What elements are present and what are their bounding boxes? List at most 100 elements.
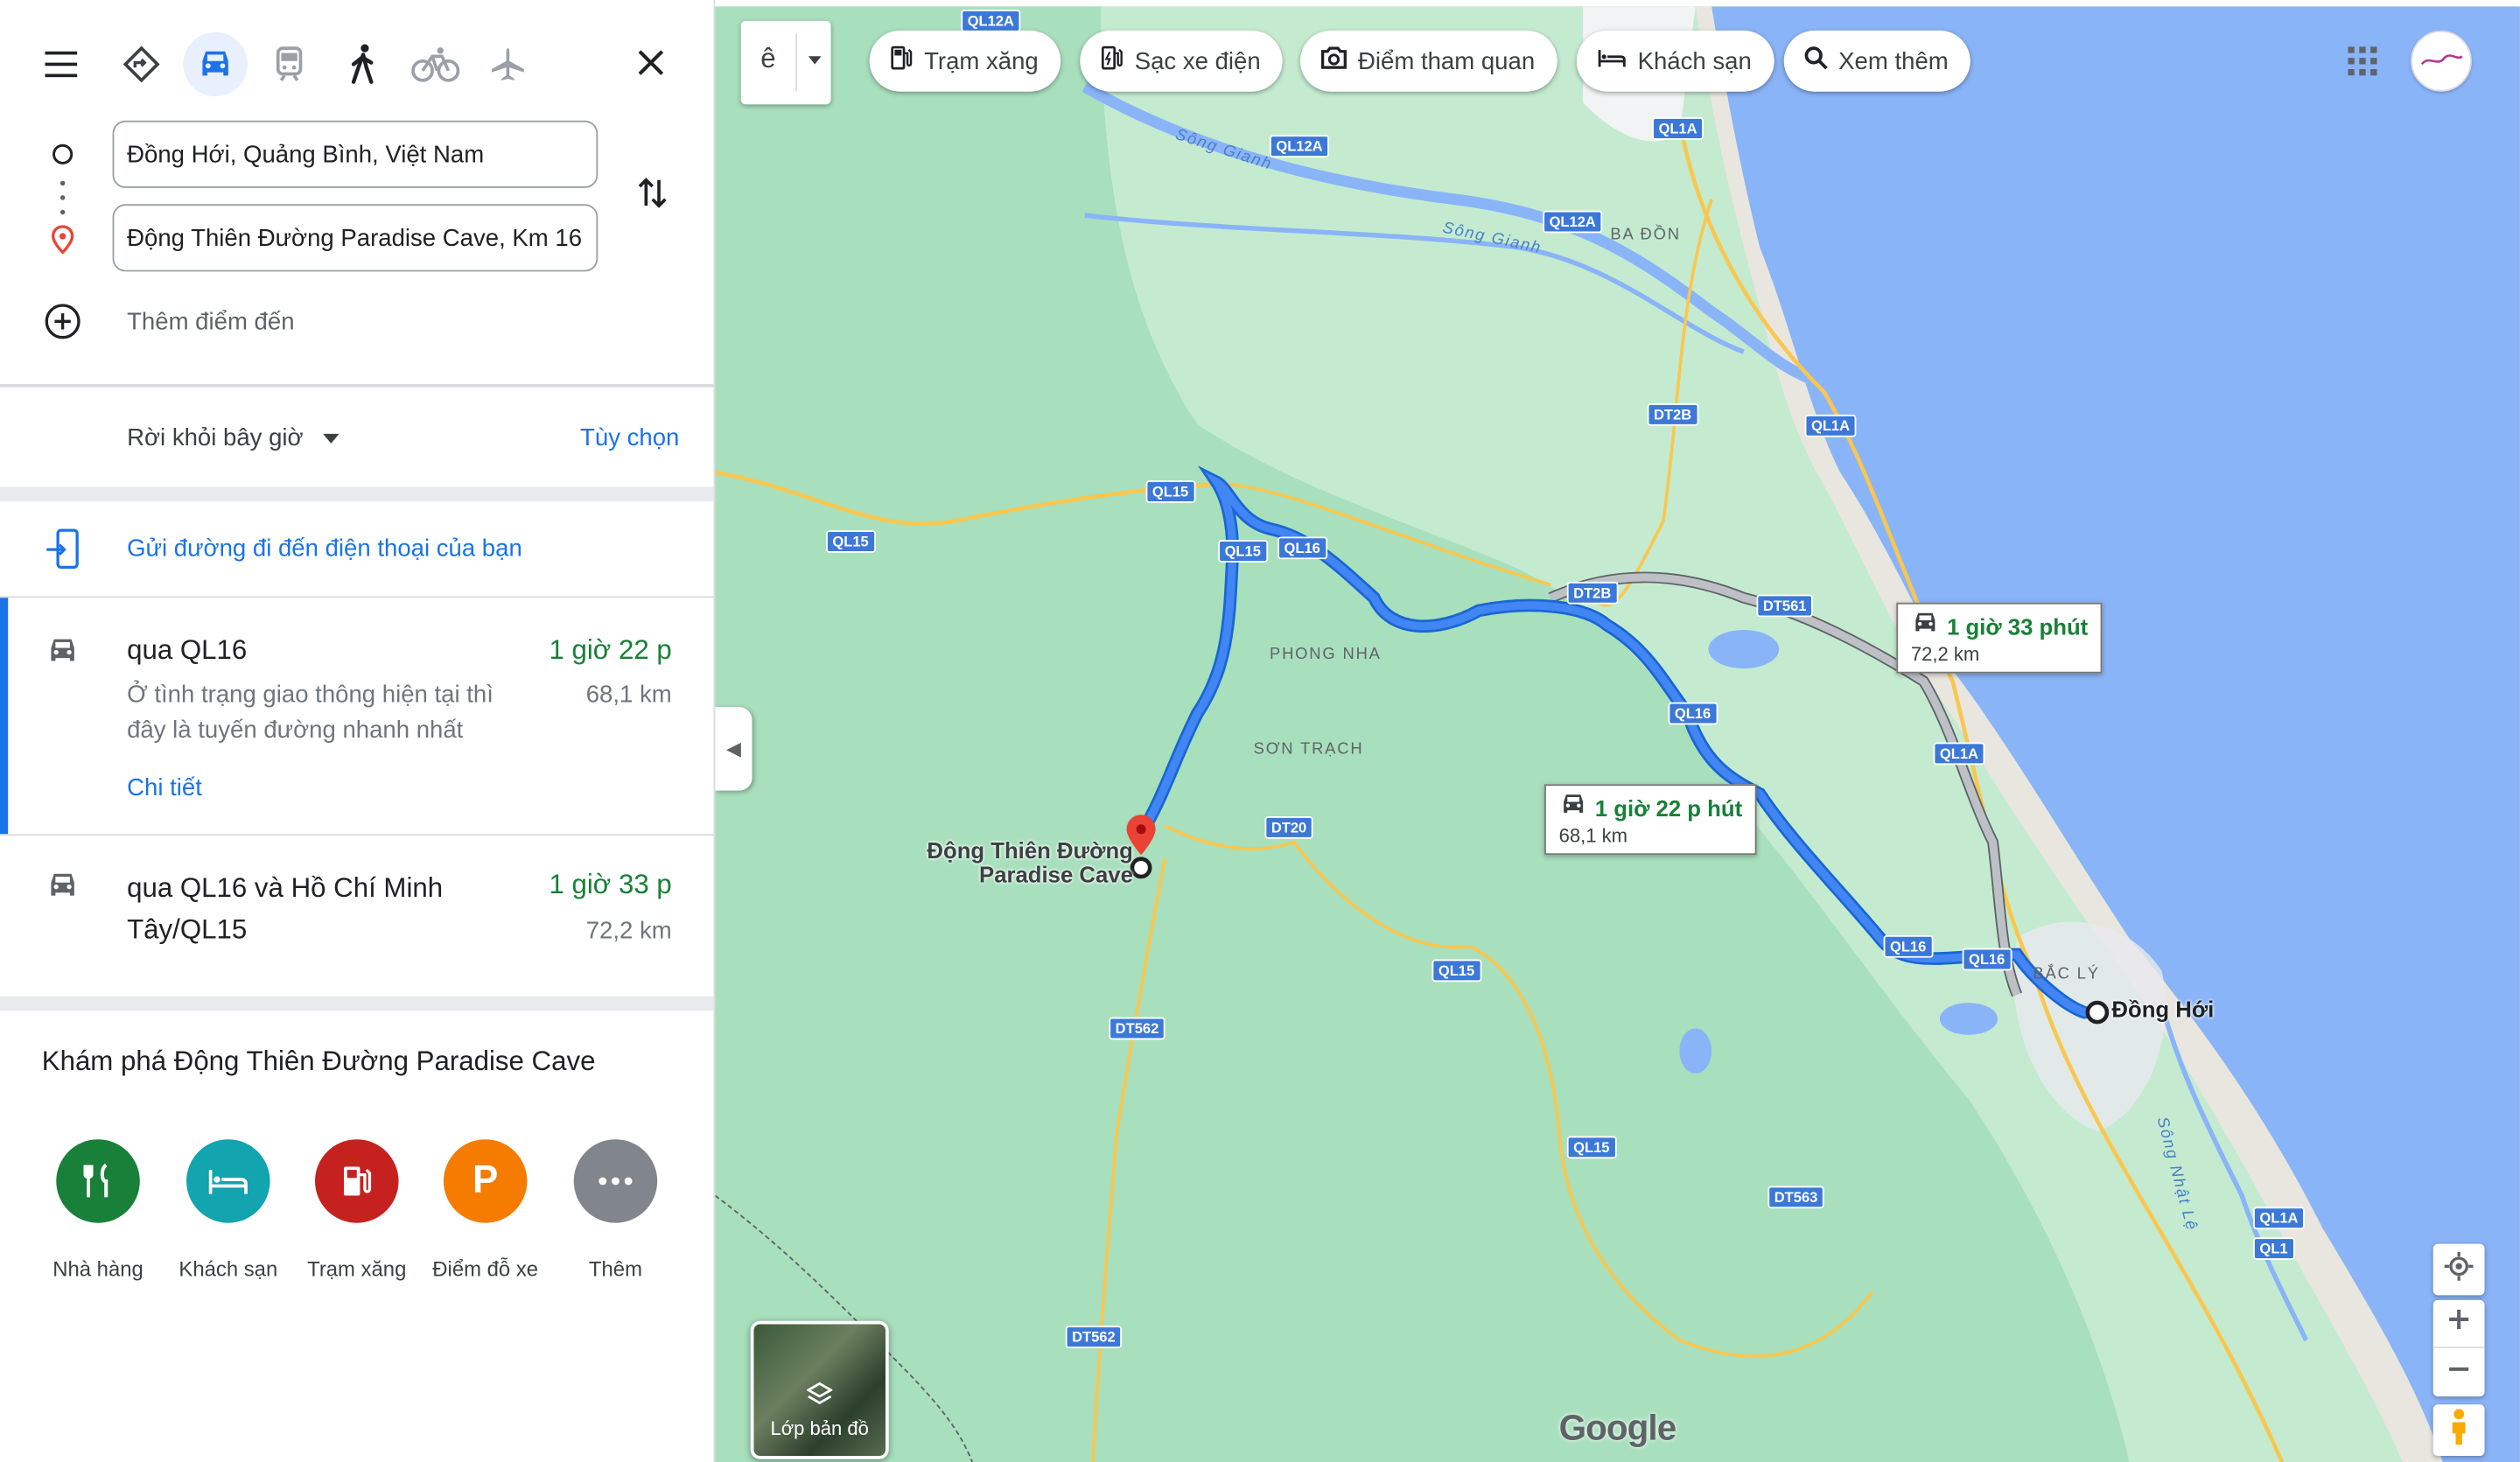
road-shield: DT2B [1647,403,1698,426]
category-label: Nhà hàng [52,1256,144,1281]
selected-route-indicator [0,598,9,835]
road-shield: DT561 [1756,594,1813,618]
category-label: Thêm [588,1256,642,1281]
ev-charging-icon [1099,44,1124,79]
road-shield: QL16 [1668,702,1718,725]
explore-title: Khám phá Động Thiên Đường Paradise Cave [41,1046,596,1077]
my-location-icon [2444,1250,2474,1288]
collapse-panel-button[interactable]: ◀ [715,707,752,791]
layers-button[interactable]: Lớp bản đồ [750,1320,889,1459]
divider [795,33,798,92]
chip-label: Khách sạn [1637,47,1752,75]
route-distance: 72,2 km [585,917,672,945]
chip-gas-station[interactable]: Trạm xăng [869,30,1061,92]
plus-icon [2447,1308,2470,1339]
route-title: qua QL16 [127,634,248,666]
road-shield: QL1A [1652,117,1704,140]
route-info-alternative[interactable]: 1 giờ 33 phút 72,2 km [1896,602,2103,674]
chip-label: Trạm xăng [924,47,1039,75]
section-separator [0,486,714,502]
car-icon [1559,792,1588,824]
place-label: BẮC LÝ [2033,965,2100,984]
category-more[interactable]: Thêm [551,1139,680,1281]
pegman-icon [2447,1407,2470,1453]
road-shield: DT20 [1264,816,1313,839]
car-icon [42,868,84,903]
swap-icon[interactable] [632,171,674,215]
place-label: BA ĐỒN [1610,226,1681,245]
origin-label[interactable]: Đồng Hới [2111,997,2214,1022]
category-hotel[interactable]: Khách sạn [164,1139,292,1281]
chip-label: Điểm tham quan [1358,47,1536,75]
place-label: SƠN TRẠCH [1253,740,1364,759]
origin-input[interactable]: Đồng Hới, Quảng Bình, Việt Nam [112,120,598,188]
category-label: Trạm xăng [307,1256,407,1281]
car-icon[interactable] [183,31,248,97]
parking-icon: P [443,1139,528,1223]
menu-icon[interactable] [38,42,87,87]
road-shield: QL12A [1543,210,1603,234]
route-option-1[interactable]: qua QL16 1 giờ 22 p 68,1 km Ở tình trạng… [0,598,713,835]
hotel-icon [1596,46,1628,75]
route-time: 1 giờ 22 p [549,634,672,666]
directions-icon[interactable] [116,38,167,90]
send-to-phone-icon[interactable] [42,527,84,571]
category-gas[interactable]: Trạm xăng [292,1139,421,1281]
add-destination-button[interactable]: Thêm điểm đến [127,309,294,336]
destination-label[interactable]: Động Thiên Đường Paradise Cave [908,838,1132,887]
walk-icon[interactable] [340,38,385,90]
directions-panel: Đồng Hới, Quảng Bình, Việt Nam Động Thiê… [0,0,716,1462]
pegman-button[interactable] [2432,1404,2485,1457]
chip-hotels[interactable]: Khách sạn [1576,30,1774,92]
category-restaurant[interactable]: Nhà hàng [34,1139,163,1281]
apps-grid-icon[interactable] [2342,40,2384,82]
more-icon [573,1139,658,1223]
plane-icon[interactable] [486,38,530,90]
destination-pin-icon [48,221,77,256]
map-canvas[interactable]: QL12A QL12A QL12A QL1A QL1A QL1A QL1A QL… [715,6,2520,1462]
map-graphics [715,6,2520,1462]
zoom-in-button[interactable] [2432,1300,2485,1348]
input-tool-selector[interactable]: ê [740,20,831,105]
add-destination-icon[interactable] [42,300,84,342]
chip-ev-charging[interactable]: Sạc xe điện [1080,30,1284,92]
send-to-phone-link[interactable]: Gửi đường đi đến điện thoại của bạn [127,535,522,563]
depart-time-dropdown[interactable]: Rời khỏi bây giờ [127,424,340,451]
chip-more[interactable]: Xem thêm [1783,30,1971,92]
road-shield: QL1 [2253,1237,2294,1260]
bike-icon[interactable] [409,38,463,90]
close-icon[interactable] [630,42,672,84]
road-shield: QL15 [1218,540,1268,563]
road-shield: DT2B [1566,581,1618,605]
gas-icon [889,44,914,79]
options-button[interactable]: Tùy chọn [580,424,679,451]
category-label: Khách sạn [178,1256,278,1281]
chip-label: Xem thêm [1838,47,1949,75]
dropdown-arrow-icon [322,433,340,444]
road-shield: DT562 [1065,1326,1123,1348]
restaurant-icon [56,1139,140,1223]
minus-icon [2447,1357,2470,1388]
layers-label: Lớp bản đồ [770,1417,869,1440]
destination-input[interactable]: Động Thiên Đường Paradise Cave, Km 16 [112,204,598,272]
zoom-out-button[interactable] [2433,1348,2485,1396]
origin-circle-icon [48,140,77,169]
road-shield: QL12A [961,10,1021,32]
route-details-link[interactable]: Chi tiết [127,774,202,801]
route-time: 1 giờ 33 p [549,869,672,900]
my-location-button[interactable] [2432,1243,2485,1296]
train-icon[interactable] [267,38,312,90]
road-shield: QL15 [826,530,876,553]
route-option-2[interactable]: qua QL16 và Hồ Chí Minh Tây/QL15 1 giờ 3… [0,836,713,997]
avatar[interactable] [2411,30,2472,92]
road-shield: QL16 [1278,536,1327,560]
chip-attractions[interactable]: Điểm tham quan [1299,30,1558,92]
category-parking[interactable]: P Điểm đỗ xe [421,1139,550,1281]
car-icon [42,633,84,668]
place-label: PHONG NHA [1269,646,1382,664]
route-info-primary[interactable]: 1 giờ 22 p hút 68,1 km [1544,784,1757,856]
route-distance: 72,2 km [1910,642,1980,666]
road-shield: DT563 [1768,1186,1824,1209]
category-label: Điểm đỗ xe [432,1256,539,1281]
route-distance: 68,1 km [585,681,672,709]
